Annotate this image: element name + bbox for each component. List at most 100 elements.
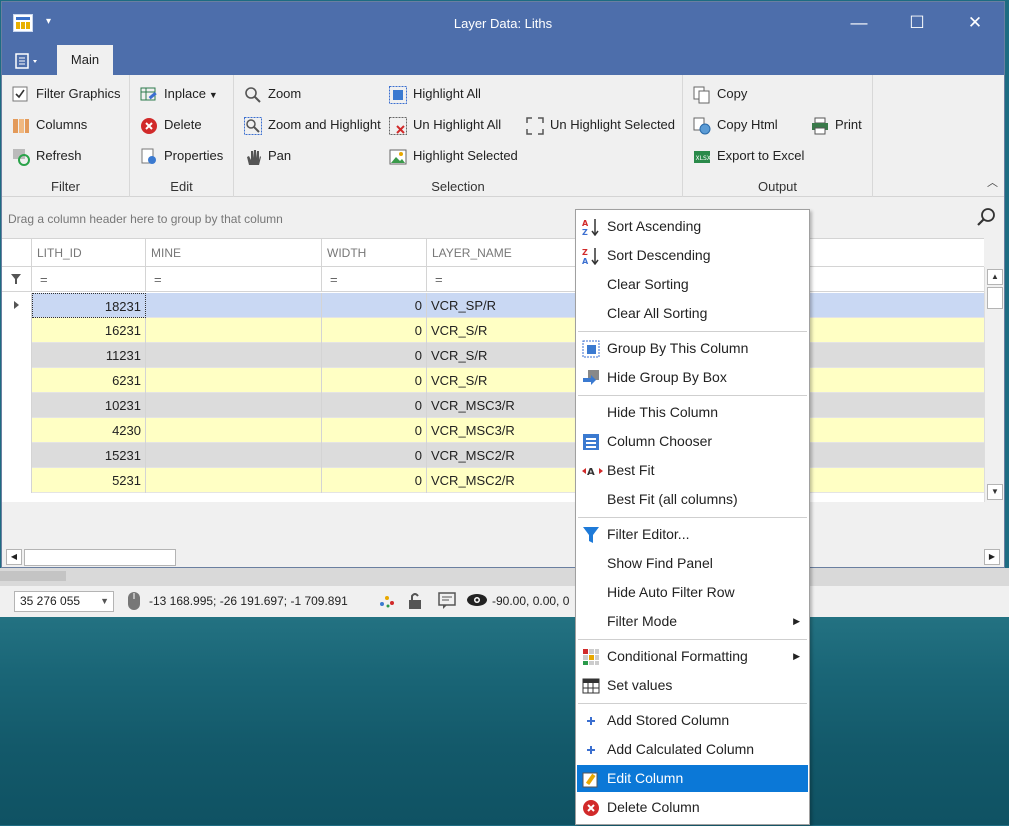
- copy-html-button[interactable]: Copy Html: [693, 114, 778, 136]
- cell-width[interactable]: 0: [322, 318, 427, 343]
- cell-layer-name[interactable]: VCR_SP/R: [427, 293, 587, 318]
- menu-item-clear-all-sorting[interactable]: Clear All Sorting: [577, 300, 808, 327]
- refresh-button[interactable]: Refresh: [12, 145, 82, 167]
- delete-button[interactable]: Delete: [140, 114, 202, 136]
- comment-icon[interactable]: [437, 591, 457, 614]
- zoom-and-highlight-button[interactable]: Zoom and Highlight: [244, 114, 381, 136]
- vertical-scroll-thumb[interactable]: [987, 287, 1003, 309]
- un-highlight-all-button[interactable]: Un Highlight All: [389, 114, 501, 136]
- column-header-lith-id[interactable]: LITH_ID: [32, 239, 146, 267]
- menu-item-filter-mode[interactable]: Filter Mode ▶: [577, 608, 808, 635]
- filter-cell-layer-name[interactable]: =: [427, 267, 587, 292]
- copy-button[interactable]: Copy: [693, 83, 747, 105]
- cell-layer-name[interactable]: VCR_MSC2/R: [427, 443, 587, 468]
- inplace-button[interactable]: Inplace ▼: [140, 83, 218, 105]
- zoom-button[interactable]: Zoom: [244, 83, 301, 105]
- maximize-button[interactable]: ☐: [903, 10, 931, 36]
- menu-item-delete-column[interactable]: Delete Column: [577, 794, 808, 821]
- highlight-selected-button[interactable]: Highlight Selected: [389, 145, 518, 167]
- table-row[interactable]: 16231 0 VCR_S/R: [2, 318, 984, 343]
- filter-graphics-button[interactable]: Filter Graphics: [12, 83, 121, 105]
- filter-cell-width[interactable]: =: [322, 267, 427, 292]
- vertical-scrollbar[interactable]: ▲ ▼: [984, 267, 1004, 502]
- group-by-panel[interactable]: Drag a column header here to group by th…: [2, 198, 1004, 238]
- cell-lith-id[interactable]: 10231: [32, 393, 146, 418]
- cell-mine[interactable]: [146, 368, 322, 393]
- table-row[interactable]: 5231 0 VCR_MSC2/R: [2, 468, 984, 493]
- menu-item-best-fit[interactable]: A Best Fit: [577, 457, 808, 484]
- tab-main[interactable]: Main: [57, 45, 113, 75]
- menu-item-add-stored-column[interactable]: Add Stored Column: [577, 707, 808, 734]
- scroll-thumb[interactable]: [0, 571, 66, 581]
- cell-mine[interactable]: [146, 318, 322, 343]
- columns-button[interactable]: Columns: [12, 114, 87, 136]
- table-row[interactable]: 10231 0 VCR_MSC3/R: [2, 393, 984, 418]
- menu-item-group-by-this-column[interactable]: Group By This Column: [577, 335, 808, 362]
- menu-item-filter-editor[interactable]: Filter Editor...: [577, 521, 808, 548]
- filter-cell-mine[interactable]: =: [146, 267, 322, 292]
- cell-layer-name[interactable]: VCR_MSC3/R: [427, 393, 587, 418]
- eye-icon[interactable]: [466, 592, 488, 611]
- horizontal-scroll-thumb[interactable]: [24, 549, 176, 566]
- search-icon[interactable]: [976, 206, 998, 228]
- un-highlight-selected-button[interactable]: Un Highlight Selected: [526, 114, 675, 136]
- cell-width[interactable]: 0: [322, 443, 427, 468]
- cell-lith-id[interactable]: 16231: [32, 318, 146, 343]
- cell-lith-id[interactable]: 11231: [32, 343, 146, 368]
- menu-item-sort-ascending[interactable]: A Z Sort Ascending: [577, 213, 808, 240]
- menu-item-hide-this-column[interactable]: Hide This Column: [577, 399, 808, 426]
- cell-width[interactable]: 0: [322, 368, 427, 393]
- scale-dropdown[interactable]: 35 276 055 ▼: [14, 591, 114, 612]
- snap-icon[interactable]: [378, 592, 396, 613]
- cell-width[interactable]: 0: [322, 393, 427, 418]
- scroll-up-icon[interactable]: ▲: [987, 269, 1003, 285]
- menu-item-best-fit-all-columns[interactable]: Best Fit (all columns): [577, 486, 808, 513]
- menu-item-edit-column[interactable]: Edit Column: [577, 765, 808, 792]
- filter-cell-lith-id[interactable]: =: [32, 267, 146, 292]
- cell-lith-id[interactable]: 18231: [32, 293, 146, 318]
- cell-width[interactable]: 0: [322, 468, 427, 493]
- pan-button[interactable]: Pan: [244, 145, 291, 167]
- menu-item-sort-descending[interactable]: Z A Sort Descending: [577, 242, 808, 269]
- table-row[interactable]: 15231 0 VCR_MSC2/R: [2, 443, 984, 468]
- cell-lith-id[interactable]: 15231: [32, 443, 146, 468]
- lock-icon[interactable]: [406, 591, 426, 614]
- properties-button[interactable]: Properties: [140, 145, 223, 167]
- cell-lith-id[interactable]: 5231: [32, 468, 146, 493]
- export-to-excel-button[interactable]: XLSX Export to Excel: [693, 145, 804, 167]
- column-header-layer-name[interactable]: LAYER_NAME: [427, 239, 587, 267]
- highlight-all-button[interactable]: Highlight All: [389, 83, 481, 105]
- file-menu-icon[interactable]: [14, 53, 44, 71]
- minimize-button[interactable]: —: [845, 10, 873, 36]
- cell-width[interactable]: 0: [322, 418, 427, 443]
- cell-layer-name[interactable]: VCR_MSC2/R: [427, 468, 587, 493]
- table-row[interactable]: 4230 0 VCR_MSC3/R: [2, 418, 984, 443]
- cell-layer-name[interactable]: VCR_S/R: [427, 368, 587, 393]
- menu-item-add-calculated-column[interactable]: Add Calculated Column: [577, 736, 808, 763]
- menu-item-conditional-formatting[interactable]: Conditional Formatting ▶: [577, 643, 808, 670]
- cell-lith-id[interactable]: 4230: [32, 418, 146, 443]
- menu-item-hide-auto-filter-row[interactable]: Hide Auto Filter Row: [577, 579, 808, 606]
- close-button[interactable]: ✕: [961, 10, 989, 36]
- cell-lith-id[interactable]: 6231: [32, 368, 146, 393]
- cell-mine[interactable]: [146, 393, 322, 418]
- horizontal-scroll-track[interactable]: [0, 568, 1009, 586]
- cell-mine[interactable]: [146, 293, 322, 318]
- cell-mine[interactable]: [146, 418, 322, 443]
- cell-layer-name[interactable]: VCR_MSC3/R: [427, 418, 587, 443]
- cell-mine[interactable]: [146, 468, 322, 493]
- scroll-left-icon[interactable]: ◀: [6, 549, 22, 565]
- scroll-right-icon[interactable]: ▶: [984, 549, 1000, 565]
- table-row[interactable]: 11231 0 VCR_S/R: [2, 343, 984, 368]
- cell-mine[interactable]: [146, 443, 322, 468]
- table-row[interactable]: 6231 0 VCR_S/R: [2, 368, 984, 393]
- menu-item-column-chooser[interactable]: Column Chooser: [577, 428, 808, 455]
- scroll-down-icon[interactable]: ▼: [987, 484, 1003, 500]
- cell-mine[interactable]: [146, 343, 322, 368]
- cell-layer-name[interactable]: VCR_S/R: [427, 343, 587, 368]
- horizontal-scrollbar[interactable]: ◀ ▶: [4, 548, 1002, 567]
- cell-layer-name[interactable]: VCR_S/R: [427, 318, 587, 343]
- cell-width[interactable]: 0: [322, 343, 427, 368]
- menu-item-hide-group-by-box[interactable]: Hide Group By Box: [577, 364, 808, 391]
- column-header-width[interactable]: WIDTH: [322, 239, 427, 267]
